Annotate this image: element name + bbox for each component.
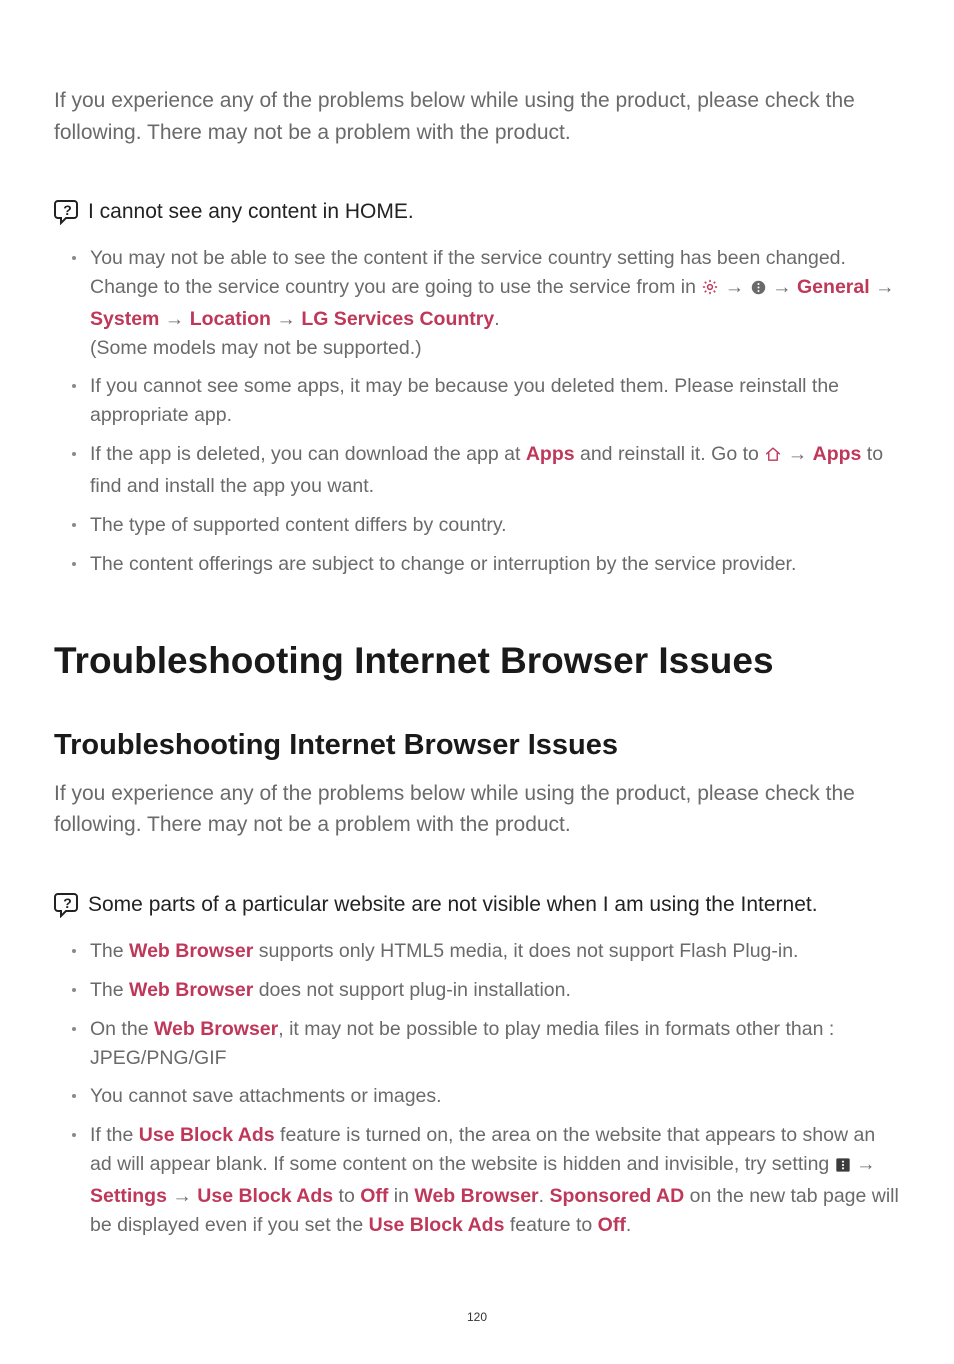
page-title: Troubleshooting Internet Browser Issues	[54, 639, 900, 683]
gear-icon	[701, 276, 719, 305]
faq-block-website-invisible: ? Some parts of a particular website are…	[54, 891, 900, 1240]
dots-icon	[750, 276, 767, 305]
menu-icon	[835, 1153, 851, 1182]
faq2-item-4: You cannot save attachments or images.	[90, 1082, 900, 1111]
svg-text:?: ?	[63, 895, 72, 911]
faq2-item-2: The Web Browser does not support plug-in…	[90, 976, 900, 1005]
faq2-item-1: The Web Browser supports only HTML5 medi…	[90, 937, 900, 966]
home-icon	[764, 443, 782, 472]
question-icon: ?	[54, 892, 82, 923]
faq1-item-3: If the app is deleted, you can download …	[90, 440, 900, 501]
section-subtitle: Troubleshooting Internet Browser Issues	[54, 729, 900, 762]
faq2-item-3: On the Web Browser, it may not be possib…	[90, 1015, 900, 1073]
faq-block-home-content: ? I cannot see any content in HOME. You …	[54, 198, 900, 579]
faq1-item-5: The content offerings are subject to cha…	[90, 550, 900, 579]
question-icon: ?	[54, 199, 82, 230]
faq-question-2: Some parts of a particular website are n…	[88, 891, 818, 919]
faq1-item-2: If you cannot see some apps, it may be b…	[90, 372, 900, 430]
page-number: 120	[54, 1310, 900, 1324]
faq1-item-1: You may not be able to see the content i…	[90, 244, 900, 362]
intro-paragraph-1: If you experience any of the problems be…	[54, 85, 900, 148]
faq-question-1: I cannot see any content in HOME.	[88, 198, 414, 226]
intro-paragraph-2: If you experience any of the problems be…	[54, 778, 900, 841]
svg-text:?: ?	[63, 202, 72, 218]
faq2-item-5: If the Use Block Ads feature is turned o…	[90, 1121, 900, 1239]
faq1-item-4: The type of supported content differs by…	[90, 511, 900, 540]
